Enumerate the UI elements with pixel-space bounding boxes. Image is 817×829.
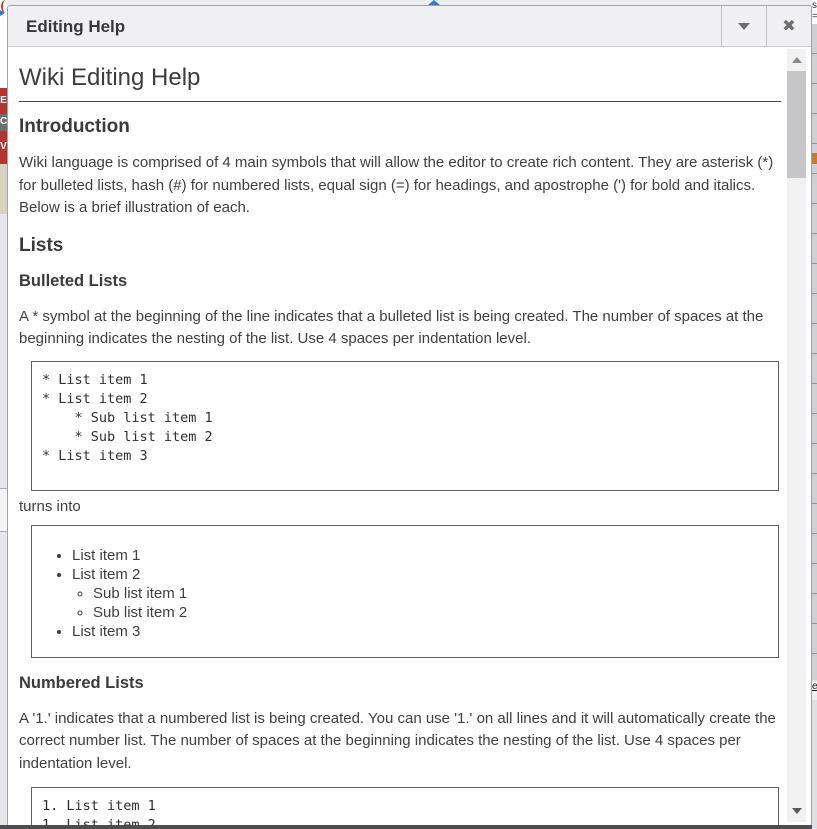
- bulleted-lists-paragraph: A * symbol at the beginning of the line …: [19, 306, 781, 351]
- list-item: List item 2 Sub list item 1 Sub list ite…: [72, 565, 766, 622]
- blue-wedge-icon: [0, 10, 5, 16]
- screen: E C V s = e Editing Help ✖ Wiki Editin: [0, 0, 817, 829]
- bulleted-list-rendered-box: List item 1 List item 2 Sub list item 1 …: [31, 525, 779, 658]
- dialog-title: Editing Help: [8, 6, 721, 46]
- background-tan-block: [0, 164, 7, 214]
- scroll-down-button[interactable]: [787, 802, 806, 820]
- dialog-content[interactable]: Wiki Editing Help Introduction Wiki lang…: [9, 48, 781, 825]
- turns-into-label: turns into: [19, 496, 781, 518]
- list-item: Sub list item 2: [93, 603, 766, 622]
- list-item: Sub list item 1: [93, 584, 766, 603]
- subsection-heading-bulleted-lists: Bulleted Lists: [19, 271, 781, 292]
- bottom-edge-bar: [0, 825, 812, 829]
- vertical-scrollbar[interactable]: [787, 49, 806, 822]
- section-heading-lists: Lists: [19, 234, 781, 257]
- rendered-bulleted-list: List item 1 List item 2 Sub list item 1 …: [44, 546, 766, 641]
- background-panel-edge: [0, 488, 7, 532]
- arrow-down-icon: [792, 808, 802, 814]
- collapse-button[interactable]: [721, 6, 766, 46]
- numbered-lists-paragraph: A '1.' indicates that a numbered list is…: [19, 708, 781, 776]
- list-item-label: Sub list item 1: [93, 585, 187, 602]
- introduction-paragraph: Wiki language is comprised of 4 main sym…: [19, 152, 781, 220]
- section-heading-introduction: Introduction: [19, 115, 781, 138]
- title-divider: [19, 101, 781, 102]
- page-title: Wiki Editing Help: [19, 64, 781, 92]
- dialog-titlebar[interactable]: Editing Help ✖: [8, 6, 811, 47]
- list-item: List item 1: [72, 546, 766, 565]
- scroll-up-button[interactable]: [787, 51, 806, 69]
- bulleted-list-code-block: * List item 1 * List item 2 * Sub list i…: [31, 361, 779, 491]
- background-left-strip: E C V: [0, 0, 7, 829]
- scrollbar-thumb[interactable]: [787, 71, 806, 178]
- list-item-label: List item 3: [72, 623, 140, 640]
- background-letter-block: C: [0, 114, 7, 131]
- subsection-heading-numbered-lists: Numbered Lists: [19, 673, 781, 694]
- background-link-edge: e: [812, 681, 817, 700]
- background-letter-block: V: [0, 131, 7, 164]
- background-right-top: s =: [812, 0, 817, 24]
- list-item-label: List item 1: [72, 547, 140, 564]
- orange-marker-icon: [812, 153, 817, 164]
- background-letter-block: E: [0, 88, 7, 114]
- close-icon: ✖: [782, 18, 795, 34]
- arrow-up-icon: [792, 57, 802, 63]
- list-item-label: List item 2: [72, 566, 140, 583]
- rendered-sub-list: Sub list item 1 Sub list item 2: [72, 584, 766, 622]
- background-table-edge: [812, 24, 817, 680]
- list-item-label: Sub list item 2: [93, 604, 187, 621]
- background-right-strip: s = e: [812, 0, 817, 829]
- close-button[interactable]: ✖: [766, 6, 811, 46]
- editing-help-dialog: Editing Help ✖ Wiki Editing Help Introdu…: [7, 5, 812, 826]
- list-item: List item 3: [72, 622, 766, 641]
- chevron-down-icon: [738, 23, 750, 30]
- numbered-list-code-block: 1. List item 1 1. List item 2: [31, 787, 779, 825]
